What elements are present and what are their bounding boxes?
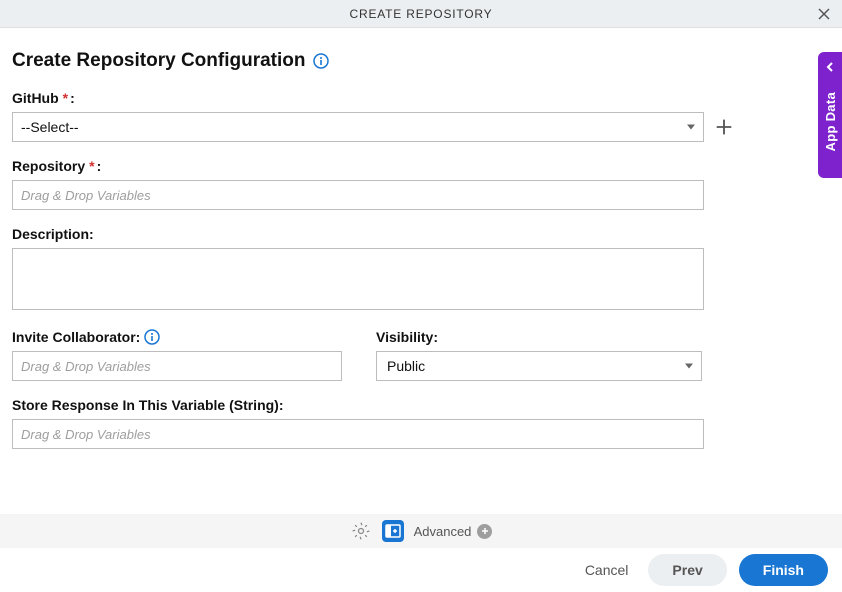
visibility-select-value: Public — [387, 358, 425, 374]
github-field-group: GitHub *: --Select-- — [12, 90, 830, 142]
github-select-row: --Select-- — [12, 112, 830, 142]
github-label-text: GitHub — [12, 90, 59, 106]
prev-button[interactable]: Prev — [648, 554, 726, 586]
repository-label: Repository *: — [12, 158, 830, 174]
repository-label-text: Repository — [12, 158, 85, 174]
repository-input[interactable]: Drag & Drop Variables — [12, 180, 704, 210]
github-select[interactable]: --Select-- — [12, 112, 704, 142]
app-data-panel-tab[interactable]: App Data — [818, 52, 842, 178]
add-github-button[interactable] — [712, 115, 736, 139]
dialog-title: CREATE REPOSITORY — [350, 7, 493, 21]
dialog-content: Create Repository Configuration GitHub *… — [0, 28, 842, 449]
chevron-down-icon — [687, 125, 695, 130]
advanced-toggle[interactable]: Advanced — [414, 524, 493, 539]
page-title: Create Repository Configuration — [12, 50, 305, 72]
advanced-label: Advanced — [414, 524, 472, 539]
colon: : — [70, 90, 75, 106]
app-data-panel-label: App Data — [823, 92, 838, 151]
description-input[interactable] — [12, 248, 704, 310]
store-response-label: Store Response In This Variable (String)… — [12, 397, 830, 413]
visibility-label: Visibility: — [376, 329, 706, 345]
finish-button[interactable]: Finish — [739, 554, 828, 586]
chevron-down-icon — [685, 364, 693, 369]
info-icon[interactable] — [313, 53, 329, 69]
description-label: Description: — [12, 226, 830, 242]
page-title-row: Create Repository Configuration — [12, 50, 830, 72]
close-icon[interactable] — [816, 6, 832, 22]
dialog-footer: Cancel Prev Finish — [0, 548, 842, 592]
dialog-header: CREATE REPOSITORY — [0, 0, 842, 28]
description-field-group: Description: — [12, 226, 830, 313]
github-label: GitHub *: — [12, 90, 830, 106]
invite-input[interactable]: Drag & Drop Variables — [12, 351, 342, 381]
gear-icon[interactable] — [350, 520, 372, 542]
store-response-placeholder: Drag & Drop Variables — [21, 427, 151, 442]
cancel-button[interactable]: Cancel — [577, 556, 637, 584]
invite-label-text: Invite Collaborator: — [12, 329, 140, 345]
required-marker: * — [89, 158, 94, 174]
invite-visibility-row: Invite Collaborator: Drag & Drop Variabl… — [12, 329, 830, 381]
invite-placeholder: Drag & Drop Variables — [21, 359, 151, 374]
colon: : — [97, 158, 102, 174]
invite-field-group: Invite Collaborator: Drag & Drop Variabl… — [12, 329, 342, 381]
visibility-select[interactable]: Public — [376, 351, 702, 381]
store-response-input[interactable]: Drag & Drop Variables — [12, 419, 704, 449]
plus-circle-icon — [477, 524, 492, 539]
store-response-field-group: Store Response In This Variable (String)… — [12, 397, 830, 449]
visibility-field-group: Visibility: Public — [376, 329, 706, 381]
mid-toolbar: Advanced — [0, 514, 842, 548]
repository-field-group: Repository *: Drag & Drop Variables — [12, 158, 830, 210]
info-icon[interactable] — [144, 329, 160, 345]
required-marker: * — [63, 90, 68, 106]
invite-label: Invite Collaborator: — [12, 329, 342, 345]
github-select-value: --Select-- — [21, 119, 79, 135]
repository-placeholder: Drag & Drop Variables — [21, 188, 151, 203]
panel-toggle-icon[interactable] — [382, 520, 404, 542]
chevron-left-icon — [824, 60, 836, 72]
